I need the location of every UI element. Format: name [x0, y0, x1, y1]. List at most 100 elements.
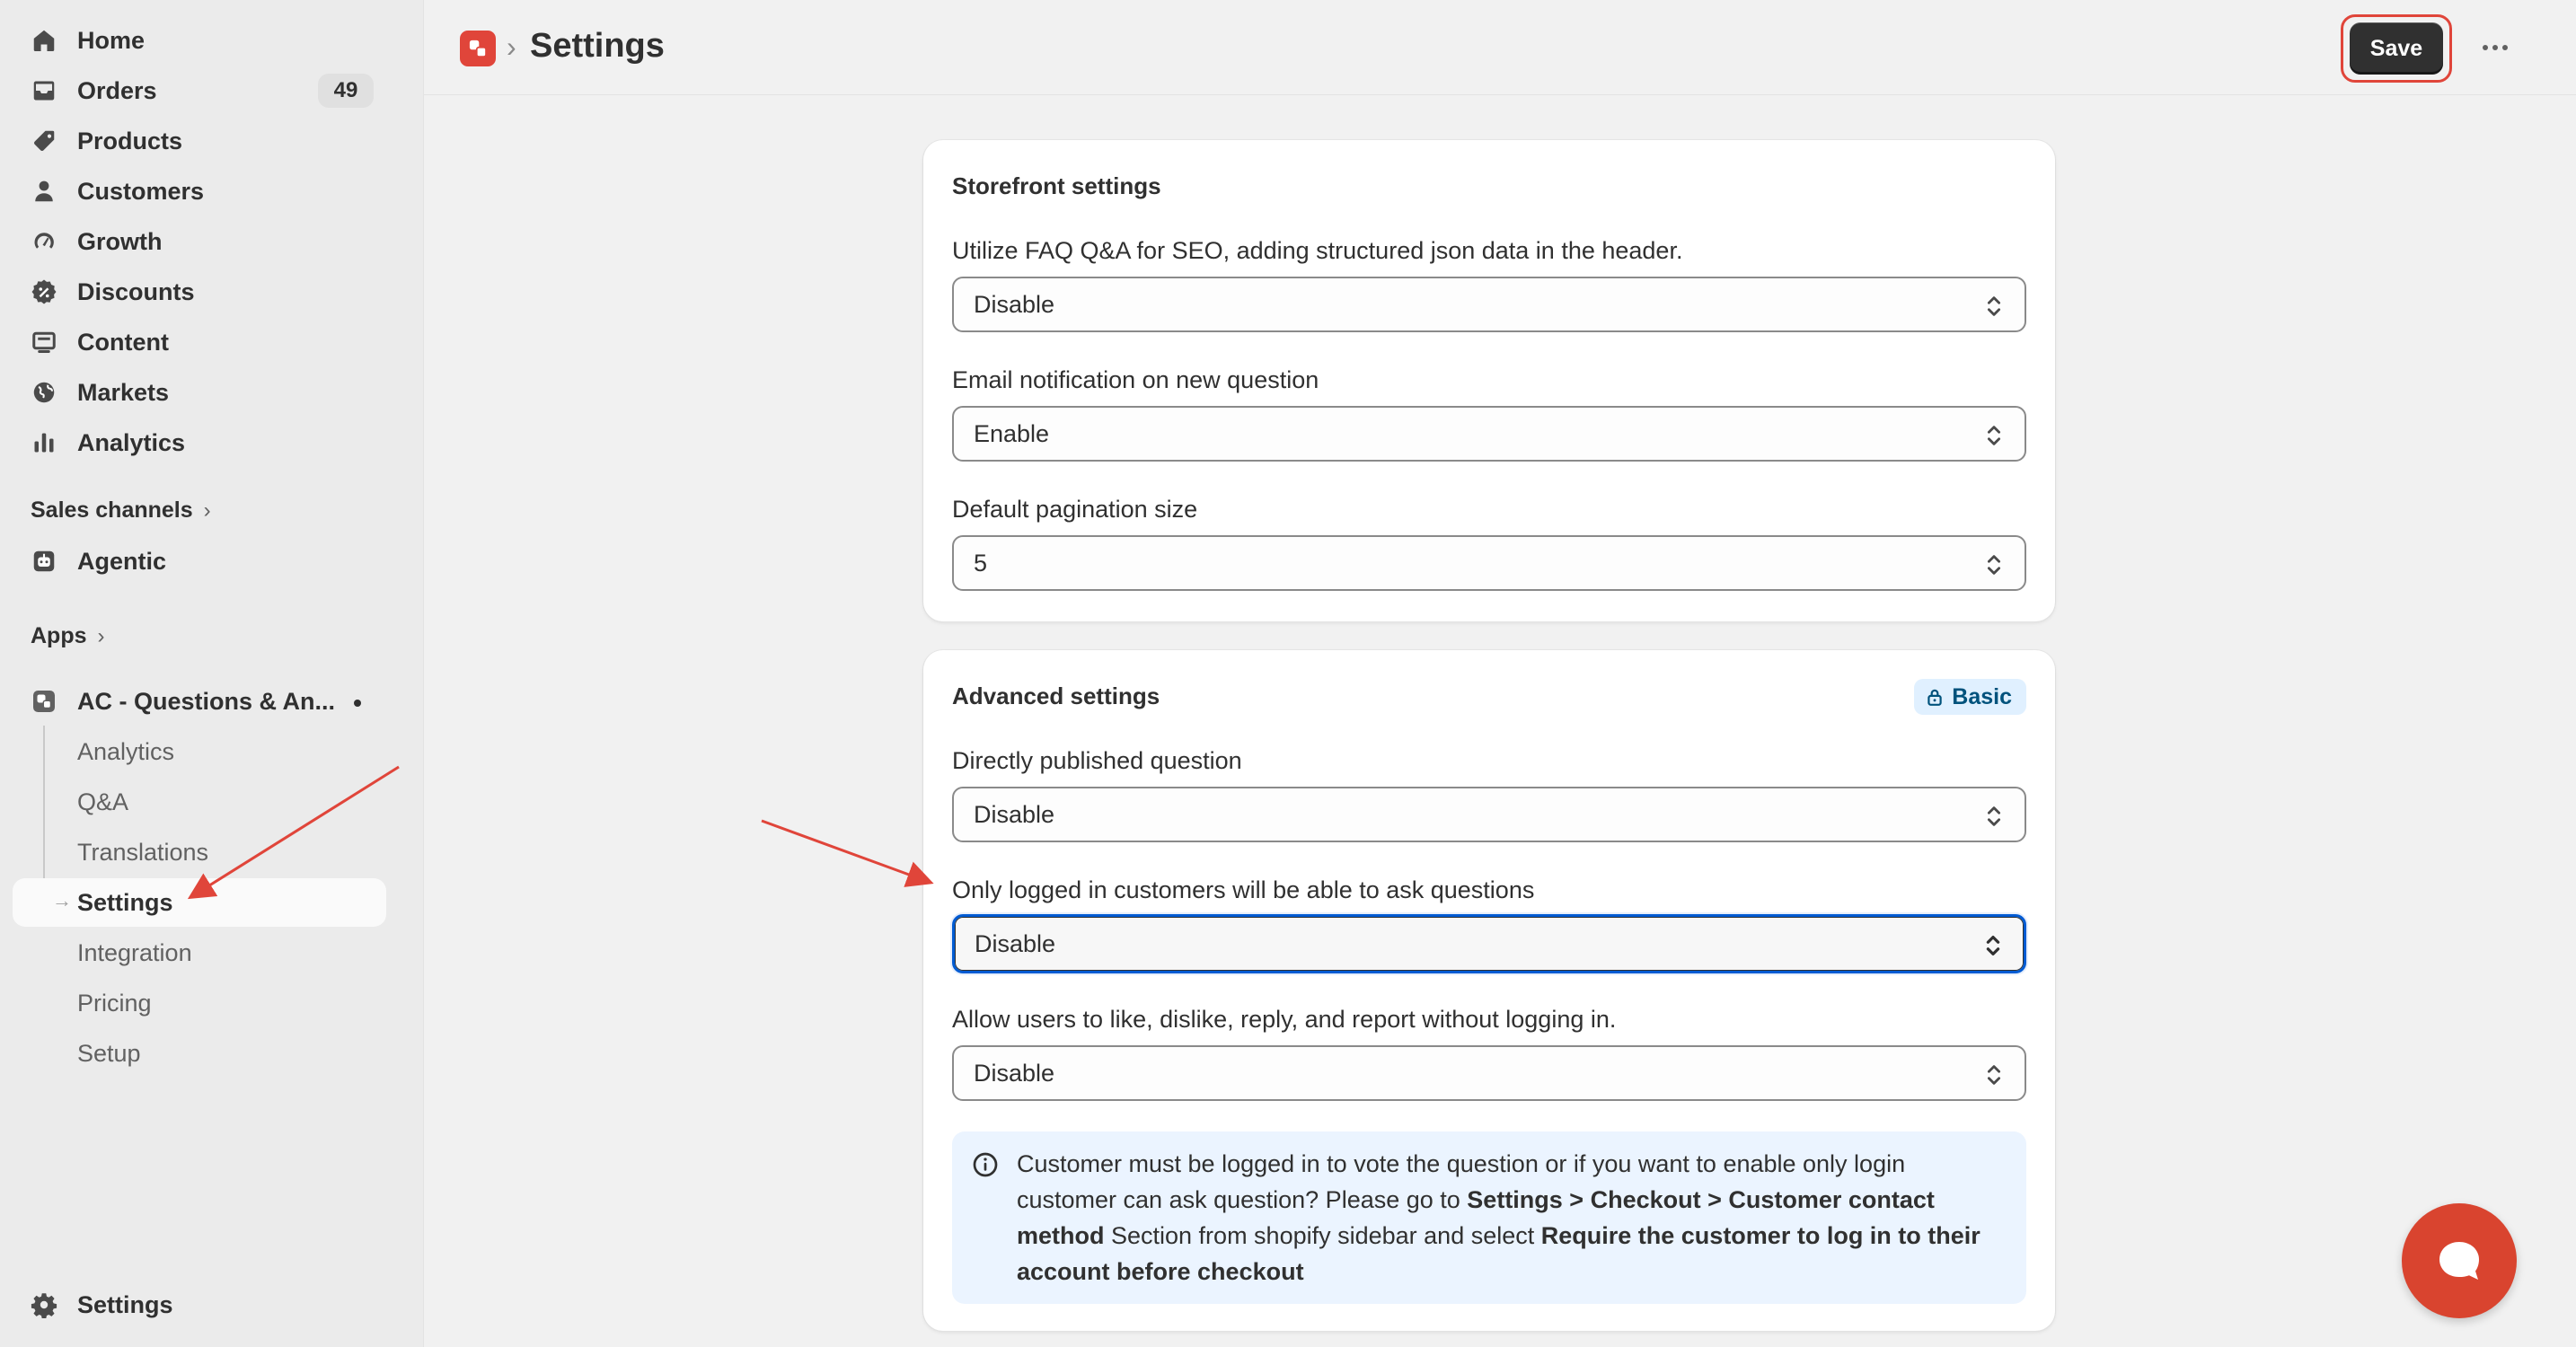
select-value: Disable	[974, 290, 1055, 318]
dot-icon	[2492, 45, 2498, 50]
chat-bubble-icon	[2439, 1242, 2479, 1280]
directly-published-select[interactable]: Disable	[952, 787, 2026, 842]
dot-icon	[2483, 45, 2488, 50]
lock-icon	[1928, 689, 1942, 706]
app-logo-icon	[31, 688, 57, 715]
globe-icon	[31, 379, 57, 406]
select-chevron-icon	[1987, 1065, 2001, 1085]
nav-markets[interactable]: Markets	[13, 368, 386, 417]
nav-label: Settings	[77, 1290, 173, 1318]
select-value: Enable	[974, 419, 1050, 447]
info-text-part: Section from shopify sidebar and select	[1104, 1222, 1541, 1249]
orders-count-badge: 49	[318, 74, 374, 108]
pin-indicator-dot	[354, 700, 361, 707]
subnav-label: Translations	[77, 838, 209, 866]
page-title: Settings	[530, 27, 665, 65]
card-title: Advanced settings	[952, 682, 1160, 709]
storefront-settings-card: Storefront settings Utilize FAQ Q&A for …	[923, 140, 2055, 621]
plan-badge: Basic	[1914, 679, 2026, 715]
sidebar: Home Orders 49 Products Customers Growth…	[0, 0, 424, 1347]
subnav-integration[interactable]: Integration	[13, 929, 386, 977]
chat-widget-button[interactable]	[2402, 1203, 2517, 1318]
home-icon	[31, 27, 57, 54]
info-text: Customer must be logged in to vote the q…	[1017, 1146, 2005, 1290]
app-logo-icon[interactable]	[460, 31, 496, 66]
select-chevron-icon	[1986, 936, 2000, 955]
field-label: Allow users to like, dislike, reply, and…	[952, 1006, 1617, 1033]
gear-icon	[31, 1291, 57, 1318]
subnav-label: Q&A	[77, 788, 129, 815]
subnav-label: Settings	[77, 888, 173, 916]
nav-app-questions-answers[interactable]: AC - Questions & An...	[13, 677, 386, 726]
nav-label: Home	[77, 26, 146, 54]
select-value: Disable	[974, 800, 1055, 828]
advanced-settings-card: Advanced settings Basic Directly publish…	[923, 650, 2055, 1331]
nav-agentic[interactable]: Agentic	[13, 537, 386, 585]
nav-growth[interactable]: Growth	[13, 217, 386, 266]
apps-heading[interactable]: Apps ›	[31, 623, 105, 649]
tag-icon	[31, 128, 57, 154]
nav-label: Markets	[77, 378, 170, 406]
nav-label: Content	[77, 328, 169, 356]
bar-chart-icon	[31, 429, 57, 456]
subnav-label: Pricing	[77, 989, 152, 1017]
nav-customers[interactable]: Customers	[13, 167, 386, 216]
anonymous-interactions-select[interactable]: Disable	[952, 1045, 2026, 1101]
nav-orders[interactable]: Orders 49	[13, 66, 386, 115]
email-notification-select[interactable]: Enable	[952, 406, 2026, 462]
card-title: Storefront settings	[952, 172, 1161, 199]
sales-channels-heading[interactable]: Sales channels ›	[31, 497, 211, 524]
nav-home[interactable]: Home	[13, 16, 386, 65]
chevron-right-icon: ›	[203, 497, 211, 523]
nav-products[interactable]: Products	[13, 117, 386, 165]
nav-content[interactable]: Content	[13, 318, 386, 366]
page-header: › Settings Save	[424, 0, 2576, 95]
subnav-label: Analytics	[77, 737, 175, 765]
nav-label: Orders	[77, 76, 157, 104]
nav-analytics[interactable]: Analytics	[13, 418, 386, 467]
seo-structured-data-select[interactable]: Disable	[952, 277, 2026, 332]
info-banner: Customer must be logged in to vote the q…	[952, 1131, 2026, 1304]
gauge-icon	[31, 228, 57, 255]
subnav-translations[interactable]: Translations	[13, 828, 386, 876]
plan-badge-label: Basic	[1952, 683, 2012, 709]
logged-in-only-select[interactable]: Disable	[952, 914, 2026, 973]
subnav-qa[interactable]: Q&A	[13, 778, 386, 826]
nav-label: Products	[77, 127, 183, 154]
select-chevron-icon	[1987, 296, 2001, 316]
content-icon	[31, 329, 57, 356]
select-value: Disable	[975, 929, 1056, 957]
orders-icon	[31, 77, 57, 104]
nav-discounts[interactable]: Discounts	[13, 268, 386, 316]
nav-label: AC - Questions & An...	[77, 687, 336, 715]
sales-channels-label: Sales channels	[31, 497, 193, 523]
apps-label: Apps	[31, 623, 87, 648]
select-value: Disable	[974, 1059, 1055, 1087]
discount-icon	[31, 278, 57, 305]
save-button[interactable]: Save	[2350, 22, 2443, 75]
field-label: Email notification on new question	[952, 366, 1319, 393]
field-label: Utilize FAQ Q&A for SEO, adding structur…	[952, 237, 1683, 264]
select-value: 5	[974, 549, 988, 577]
subnav-label: Integration	[77, 938, 192, 966]
dot-icon	[2502, 45, 2508, 50]
select-chevron-icon	[1987, 555, 2001, 575]
select-chevron-icon	[1987, 806, 2001, 826]
annotation-arrow-field	[761, 819, 934, 887]
info-icon	[973, 1152, 998, 1177]
nav-label: Agentic	[77, 547, 167, 575]
select-chevron-icon	[1987, 426, 2001, 445]
field-label: Default pagination size	[952, 496, 1198, 523]
nav-label: Growth	[77, 227, 163, 255]
more-actions-button[interactable]	[2477, 32, 2513, 63]
tree-arrow-icon: →	[52, 889, 72, 911]
field-label: Only logged in customers will be able to…	[952, 876, 1535, 903]
nav-label: Analytics	[77, 428, 186, 456]
subnav-pricing[interactable]: Pricing	[13, 979, 386, 1027]
person-icon	[31, 178, 57, 205]
nav-settings[interactable]: Settings	[13, 1281, 386, 1329]
subnav-analytics[interactable]: Analytics	[13, 727, 386, 776]
field-label: Directly published question	[952, 747, 1242, 774]
subnav-setup[interactable]: Setup	[13, 1029, 386, 1078]
pagination-size-select[interactable]: 5	[952, 535, 2026, 591]
